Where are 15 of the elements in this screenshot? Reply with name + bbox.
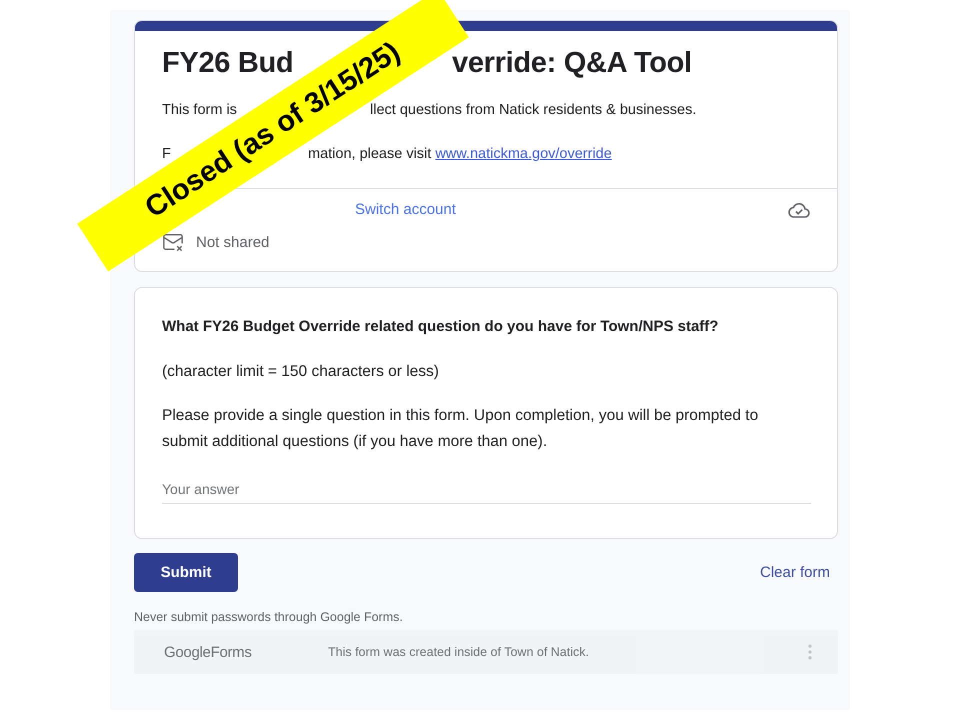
submit-button[interactable]: Submit	[134, 553, 238, 592]
cloud-check-icon	[787, 201, 811, 219]
switch-account-link[interactable]: Switch account	[355, 201, 456, 218]
description-text: mation, please visit	[308, 146, 432, 162]
google-forms-logo[interactable]: GoogleForms	[164, 644, 328, 660]
footer-note: This form was created inside of Town of Natick.	[328, 645, 590, 659]
question-title: What FY26 Budget Override related question do you have for Town/NPS staff?	[162, 318, 720, 335]
question-description: Please provide a single question in this form. Upon completion, you will be prompted to submit additional questions (if you have more than one).	[162, 406, 760, 452]
description-text: This form is	[162, 102, 237, 118]
sharing-status: Not shared	[196, 234, 270, 250]
form-title: FY26 Bud	[162, 47, 294, 79]
clear-form-button[interactable]: Clear form	[752, 556, 838, 589]
question-description: (character limit = 150 characters or less)	[162, 362, 440, 382]
mail-x-icon	[162, 231, 184, 253]
password-warning: Never submit passwords through Google Forms.	[134, 610, 404, 624]
